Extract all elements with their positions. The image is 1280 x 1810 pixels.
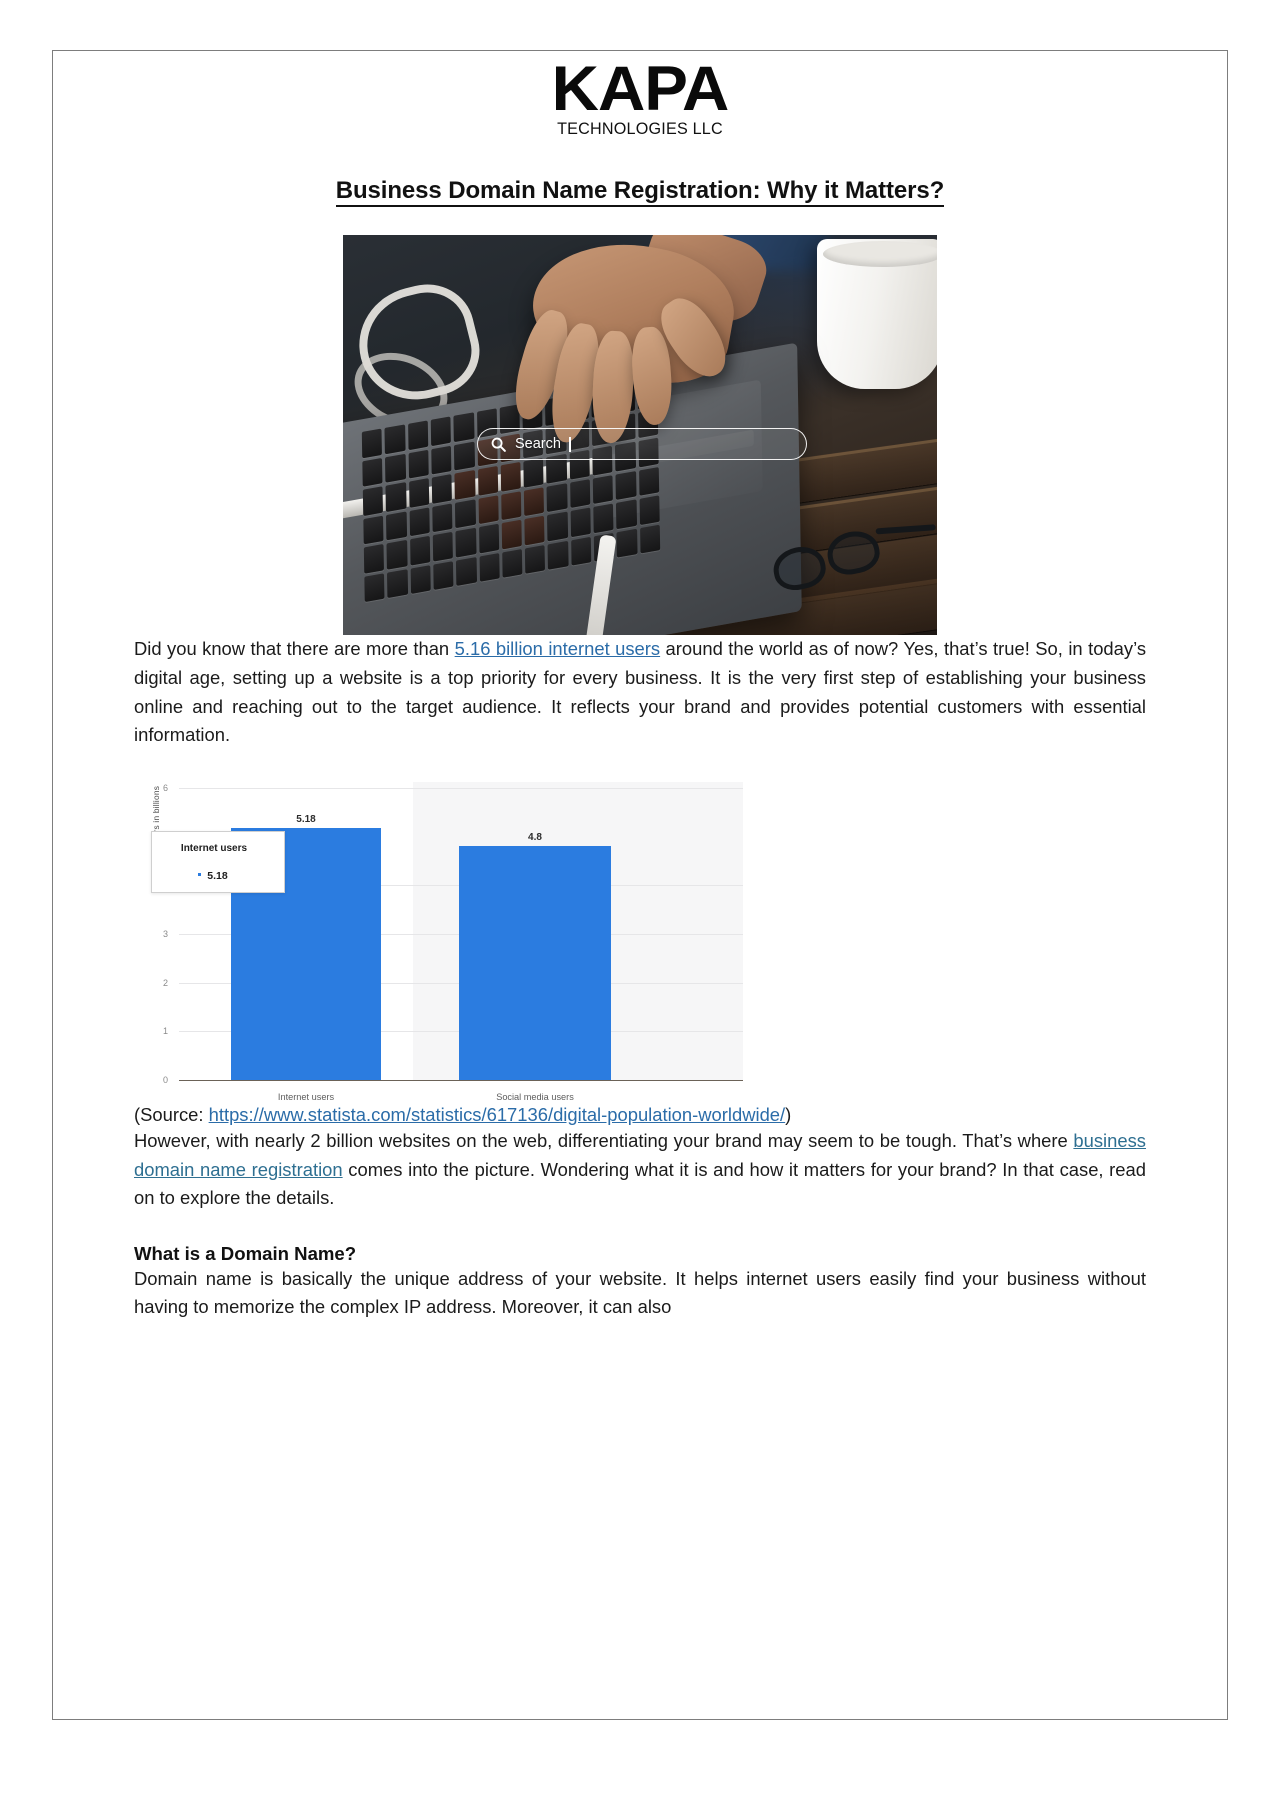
chart-tooltip: Internet users 5.18 [151, 830, 285, 893]
bar-chart: Number of users in billions 6 4 3 2 1 [143, 781, 743, 1102]
tooltip-value: 5.18 [207, 869, 228, 882]
source-url-link[interactable]: https://www.statista.com/statistics/6171… [209, 1104, 786, 1125]
statista-chart-figure: Number of users in billions 6 4 3 2 1 [143, 781, 743, 1102]
lens [823, 527, 884, 580]
search-placeholder-text: Search [515, 436, 561, 453]
domain-definition-paragraph: Domain name is basically the unique addr… [134, 1267, 1146, 1318]
internet-users-link[interactable]: 5.16 billion internet users [455, 638, 660, 659]
lens [769, 542, 830, 595]
x-category-label: Internet users [277, 1091, 335, 1102]
tooltip-title: Internet users [180, 842, 248, 854]
para2-text-before-link: However, with nearly 2 billion websites … [134, 1130, 1074, 1152]
tooltip-marker-icon [198, 873, 202, 877]
hero-image: Search [343, 235, 937, 636]
coffee-mug [817, 239, 937, 390]
search-icon [491, 437, 506, 452]
bar-social-media-users [459, 845, 611, 1080]
text-caret [568, 436, 571, 452]
company-logo: KAPA TECHNOLOGIES LLC [525, 51, 755, 139]
bar-value-label: 5.18 [296, 813, 316, 825]
y-tick-label: 6 [163, 782, 169, 793]
logo-wordmark: KAPA [551, 54, 730, 124]
bar-value-label: 4.8 [528, 831, 542, 843]
intro-paragraph: Did you know that there are more than 5.… [134, 635, 1146, 749]
intro-text-before-link: Did you know that there are more than [134, 638, 455, 660]
differentiation-paragraph: However, with nearly 2 billion websites … [134, 1127, 1146, 1213]
search-overlay-bar: Search [477, 428, 807, 461]
y-tick-label: 0 [163, 1074, 169, 1085]
section-heading: What is a Domain Name? [134, 1242, 357, 1264]
y-tick-label: 2 [163, 977, 169, 988]
page-title-text: Business Domain Name Registration: Why i… [335, 177, 944, 208]
y-tick-label: 1 [163, 1025, 169, 1036]
source-caption: (Source: https://www.statista.com/statis… [134, 1102, 1146, 1128]
source-prefix: (Source: [134, 1103, 209, 1125]
chart-x-axis [179, 1079, 743, 1081]
logo-subtitle: TECHNOLOGIES LLC [557, 120, 723, 139]
gridline [179, 787, 743, 789]
y-tick-label: 3 [163, 928, 169, 939]
source-suffix: ) [785, 1103, 792, 1125]
x-category-label: Social media users [496, 1091, 574, 1102]
document-page: KAPA TECHNOLOGIES LLC Business Domain Na… [52, 50, 1228, 1720]
tooltip-value-row: 5.18 [152, 870, 274, 882]
page-title: Business Domain Name Registration: Why i… [53, 177, 1227, 208]
mug-rim [823, 241, 937, 268]
